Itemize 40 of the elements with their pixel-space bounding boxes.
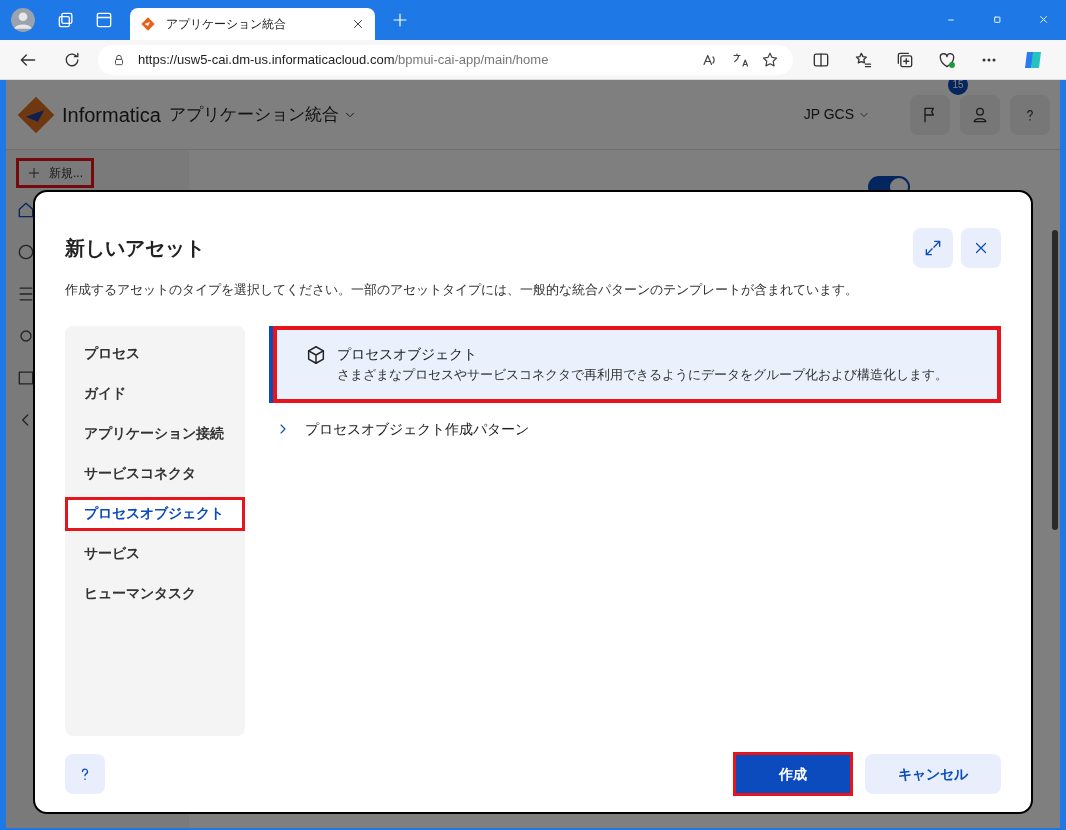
scrollbar-thumb[interactable] [1052, 230, 1058, 530]
close-icon[interactable] [351, 17, 365, 31]
category-item[interactable]: ガイド [65, 373, 245, 414]
dialog-title: 新しいアセット [65, 236, 205, 261]
cancel-button[interactable]: キャンセル [865, 754, 1001, 794]
asset-title: プロセスオブジェクト [337, 344, 478, 364]
plus-icon [27, 166, 41, 180]
notification-badge: 15 [948, 80, 968, 95]
pattern-expander[interactable]: プロセスオブジェクト作成パターン [275, 418, 1001, 440]
app-switcher[interactable]: アプリケーション統合 [168, 101, 357, 128]
address-bar[interactable]: https://usw5-cai.dm-us.informaticacloud.com/bpmui-cai-app/main/home [98, 44, 793, 75]
url-text: https://usw5-cai.dm-us.informaticacloud.com/bpmui-cai-app/main/home [138, 50, 550, 69]
cube-icon [305, 343, 327, 366]
brand-name: Informatica [62, 102, 161, 128]
asset-description: さまざまなプロセスやサービスコネクタで再利用できるようにデータをグループ化および構造化します。 [337, 365, 948, 384]
category-item[interactable]: アプリケーション接続 [65, 413, 245, 454]
profile-button[interactable] [960, 94, 1000, 135]
workspaces-icon[interactable] [56, 10, 76, 30]
dialog-description: 作成するアセットのタイプを選択してください。一部のアセットタイプには、一般的な統合パターンのテンプレートが含まれています。 [65, 281, 859, 299]
category-item[interactable]: プロセス [65, 333, 245, 374]
new-button[interactable]: 新規... [16, 158, 94, 188]
home-icon[interactable] [16, 200, 36, 220]
tab-actions-icon[interactable] [94, 10, 114, 30]
tab-title: アプリケーション統合 [166, 16, 287, 33]
lock-icon [112, 52, 126, 67]
create-button[interactable]: 作成 [733, 752, 853, 796]
category-item[interactable]: ヒューマンタスク [65, 573, 245, 614]
notifications-button[interactable] [910, 94, 950, 135]
new-tab-icon[interactable] [391, 11, 409, 29]
expand-icon [923, 238, 943, 258]
informatica-logo-icon[interactable] [16, 94, 56, 135]
avatar-icon[interactable] [10, 7, 36, 33]
org-switcher[interactable]: JP GCS [803, 104, 870, 125]
category-item[interactable]: プロセスオブジェクト [65, 496, 245, 531]
category-item[interactable]: サービスコネクタ [65, 453, 245, 494]
category-item[interactable]: サービス [65, 533, 245, 574]
informatica-logo-icon [140, 16, 156, 32]
expand-button[interactable] [913, 228, 953, 268]
browser-tab[interactable]: アプリケーション統合 [130, 8, 375, 40]
star-icon[interactable] [761, 50, 779, 69]
